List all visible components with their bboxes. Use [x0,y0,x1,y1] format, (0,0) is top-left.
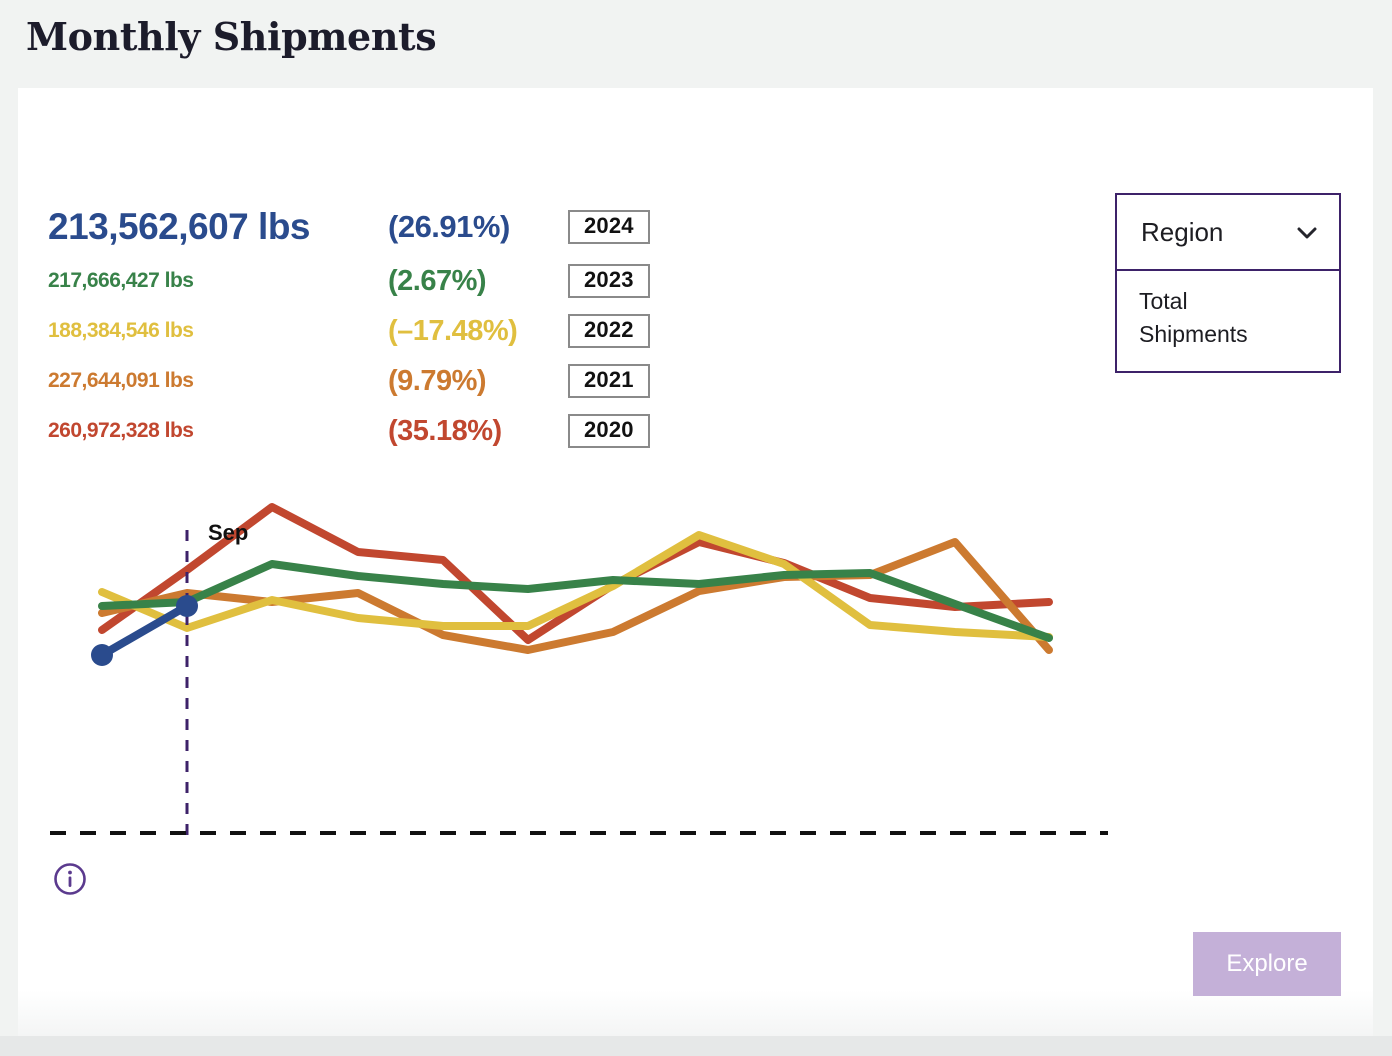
chart-svg [50,503,1108,838]
region-dropdown-label: Region [1141,216,1224,247]
kpi-year-chip[interactable]: 2021 [568,364,650,398]
kpi-list: 213,562,607 lbs (26.91%) 2024 217,666,42… [48,198,748,456]
explore-button[interactable]: Explore [1193,932,1341,996]
kpi-row: 217,666,427 lbs (2.67%) 2023 [48,256,748,306]
kpi-value: 260,972,328 lbs [48,419,194,442]
kpi-row: 213,562,607 lbs (26.91%) 2024 [48,198,748,256]
kpi-row: 260,972,328 lbs (35.18%) 2020 [48,406,748,456]
kpi-year-chip[interactable]: 2023 [568,264,650,298]
kpi-row: 227,644,091 lbs (9.79%) 2021 [48,356,748,406]
kpi-value: 188,384,546 lbs [48,319,194,342]
kpi-percent: (9.79%) [388,364,487,397]
chevron-down-icon [1297,226,1317,239]
region-option-total-shipments[interactable]: Total Shipments [1139,285,1289,350]
page-title: Monthly Shipments [26,14,437,59]
shipments-line-chart: Sep [40,480,1130,850]
sep-marker-label: Sep [208,520,249,545]
kpi-percent: (26.91%) [388,209,510,244]
series-point-2024-aug [91,644,113,666]
kpi-year-chip[interactable]: 2022 [568,314,650,348]
series-point-2024-sep [176,595,198,617]
info-circle-icon[interactable] [53,862,87,896]
series-line-2021 [98,538,1053,654]
kpi-percent: (35.18%) [388,414,502,447]
page-bottom-band [0,1036,1392,1056]
kpi-value: 227,644,091 lbs [48,369,194,392]
kpi-percent: (2.67%) [388,264,487,297]
kpi-value: 217,666,427 lbs [48,269,194,292]
kpi-year-chip[interactable]: 2020 [568,414,650,448]
kpi-percent: (–17.48%) [388,314,518,347]
kpi-row: 188,384,546 lbs (–17.48%) 2022 [48,306,748,356]
kpi-value: 213,562,607 lbs [48,206,311,247]
card-bottom-fade [18,990,1373,1036]
kpi-year-chip[interactable]: 2024 [568,210,650,244]
region-dropdown-list: Total Shipments [1115,271,1341,373]
region-dropdown-button[interactable]: Region [1115,193,1341,271]
